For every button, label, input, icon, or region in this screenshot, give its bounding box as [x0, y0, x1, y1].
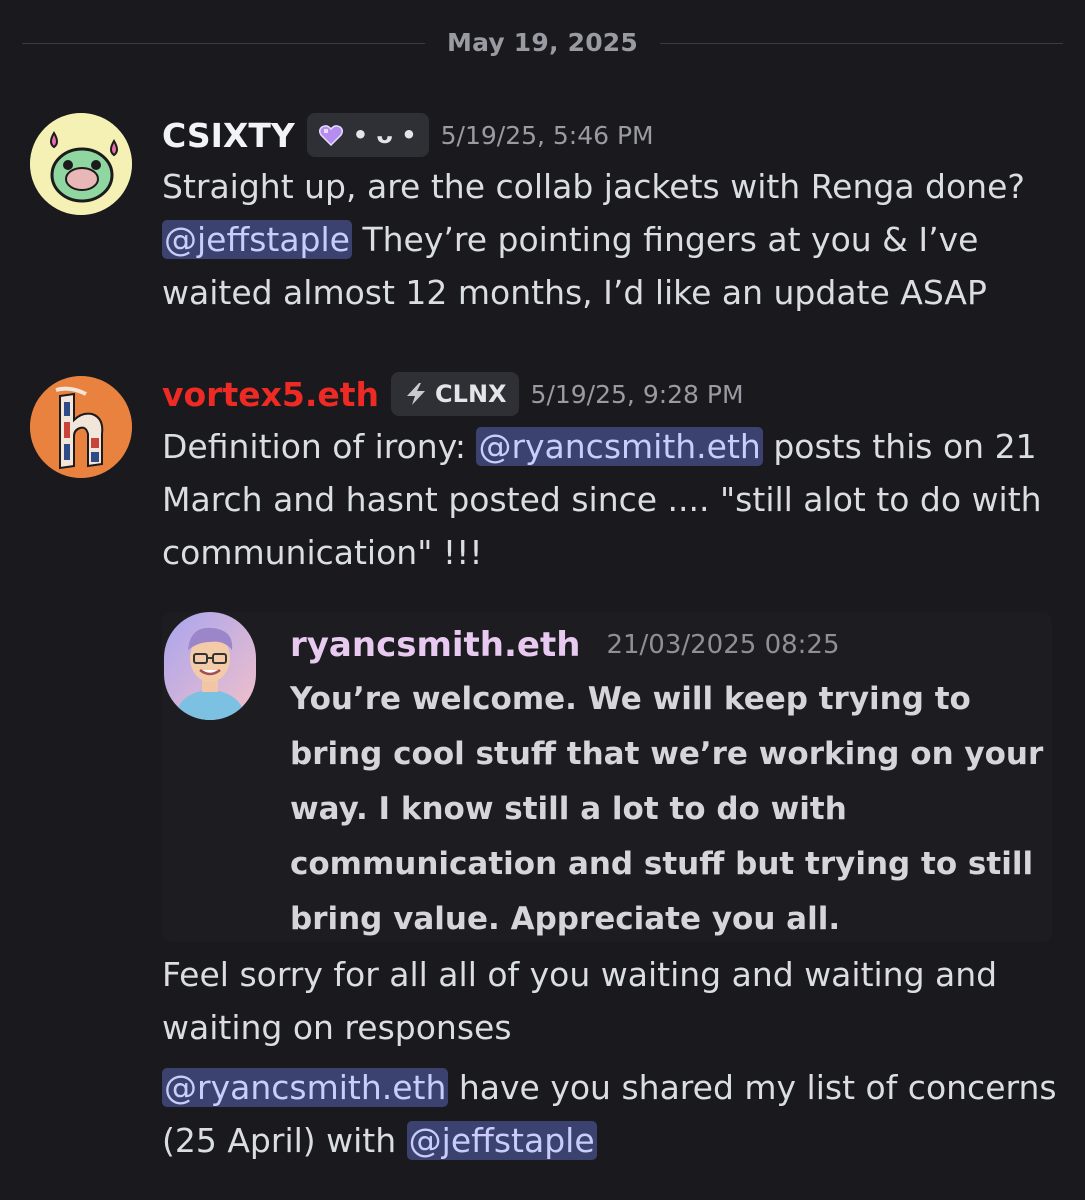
mention-ryancsmith[interactable]: @ryancsmith.eth	[476, 427, 763, 466]
heart-icon	[318, 125, 343, 146]
user-tag-csixty[interactable]: • ᴗ •	[306, 113, 429, 157]
avatar-csixty-image	[30, 113, 132, 215]
timestamp-csixty: 5/19/25, 5:46 PM	[440, 120, 654, 150]
username-vortex[interactable]: vortex5.eth	[162, 378, 379, 411]
user-tag-csixty-label: • ᴗ •	[352, 121, 417, 149]
user-tag-vortex-label: CLNX	[435, 380, 507, 408]
quoted-header: ryancsmith.eth 21/03/2025 08:25	[290, 628, 840, 662]
message-body-csixty: Straight up, are the collab jackets with…	[162, 160, 1062, 319]
avatar-ryancsmith-image	[164, 612, 256, 720]
message-text-csixty-line1: Straight up, are the collab jackets with…	[162, 167, 1025, 206]
username-ryancsmith: ryancsmith.eth	[290, 625, 581, 665]
avatar-ryancsmith	[164, 612, 256, 720]
timestamp-vortex: 5/19/25, 9:28 PM	[530, 379, 744, 409]
quoted-message[interactable]: ryancsmith.eth 21/03/2025 08:25 You’re w…	[162, 612, 1052, 942]
mention-ryancsmith-2[interactable]: @ryancsmith.eth	[162, 1068, 449, 1107]
timestamp-ryancsmith: 21/03/2025 08:25	[606, 630, 840, 660]
avatar-csixty[interactable]	[30, 113, 132, 215]
message-header-vortex: vortex5.eth CLNX 5/19/25, 9:28 PM	[162, 372, 744, 416]
message-header-csixty: CSIXTY • ᴗ • 5/19/25, 5:46 PM	[162, 113, 654, 157]
avatar-vortex-image	[30, 376, 132, 478]
lightning-icon	[407, 383, 426, 405]
date-divider: May 19, 2025	[22, 30, 1064, 55]
username-csixty[interactable]: CSIXTY	[162, 119, 295, 152]
quoted-text: You’re welcome. We will keep trying to b…	[290, 681, 1044, 937]
message-followup-2: @ryancsmith.eth have you shared my list …	[162, 1061, 1062, 1167]
message-text-vortex-before: Definition of irony:	[162, 427, 477, 466]
divider-date: May 19, 2025	[447, 28, 638, 57]
mention-jeffstaple-2[interactable]: @jeffstaple	[406, 1121, 597, 1160]
avatar-vortex[interactable]	[30, 376, 132, 478]
message-followup-1: Feel sorry for all all of you waiting an…	[162, 955, 998, 1047]
user-tag-vortex[interactable]: CLNX	[391, 372, 519, 416]
divider-line-right	[659, 43, 1064, 44]
divider-line-left	[22, 43, 426, 44]
message-body-vortex: Definition of irony: @ryancsmith.eth pos…	[162, 420, 1062, 579]
mention-jeffstaple[interactable]: @jeffstaple	[162, 220, 352, 259]
